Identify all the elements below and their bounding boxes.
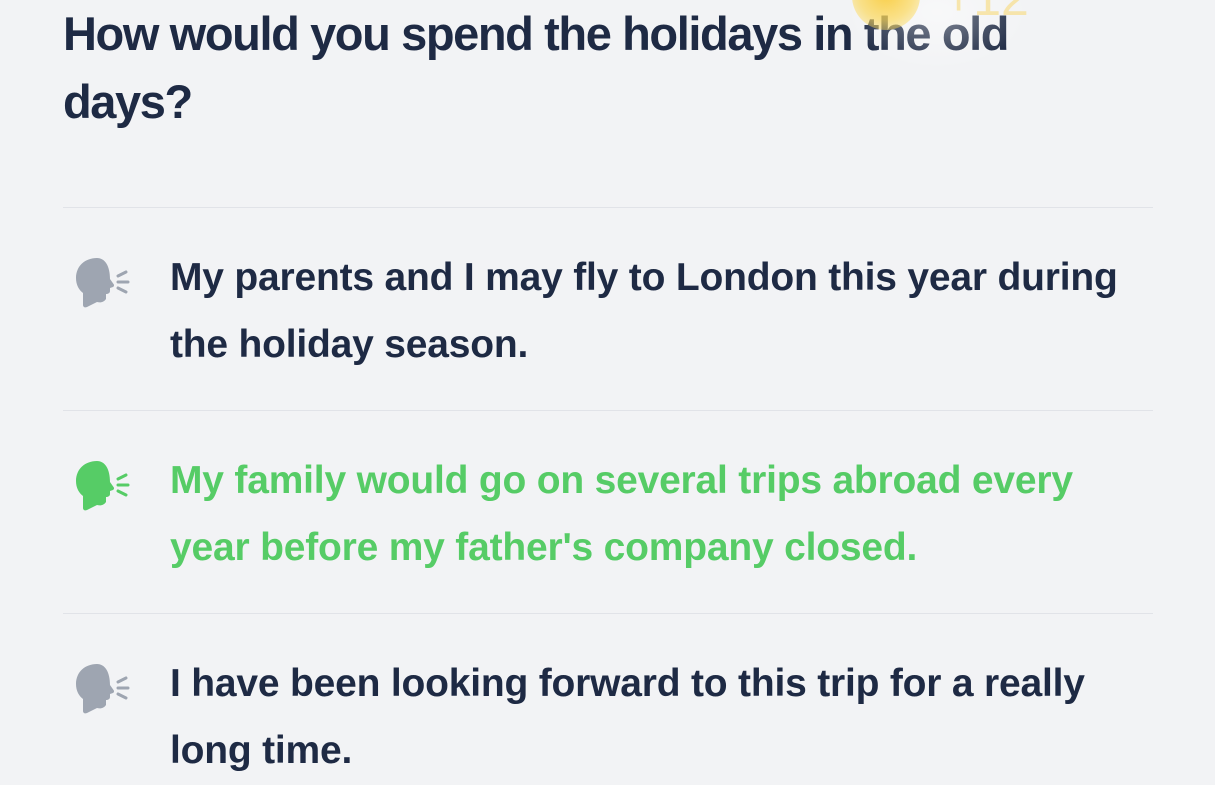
answer-options: My parents and I may fly to London this … — [63, 207, 1153, 785]
quiz-page: How would you spend the holidays in the … — [0, 0, 1215, 785]
answer-option-1[interactable]: My parents and I may fly to London this … — [63, 207, 1153, 410]
question-title: How would you spend the holidays in the … — [63, 7, 1009, 128]
answer-option-text: I have been looking forward to this trip… — [170, 662, 1085, 772]
answer-option-2[interactable]: My family would go on several trips abro… — [63, 410, 1153, 613]
answer-option-3[interactable]: I have been looking forward to this trip… — [63, 613, 1153, 785]
answer-option-text: My family would go on several trips abro… — [170, 459, 1073, 569]
speaking-head-icon[interactable] — [73, 658, 133, 718]
speaking-head-icon[interactable] — [73, 455, 133, 515]
answer-option-text: My parents and I may fly to London this … — [170, 256, 1118, 366]
speaking-head-icon[interactable] — [73, 252, 133, 312]
